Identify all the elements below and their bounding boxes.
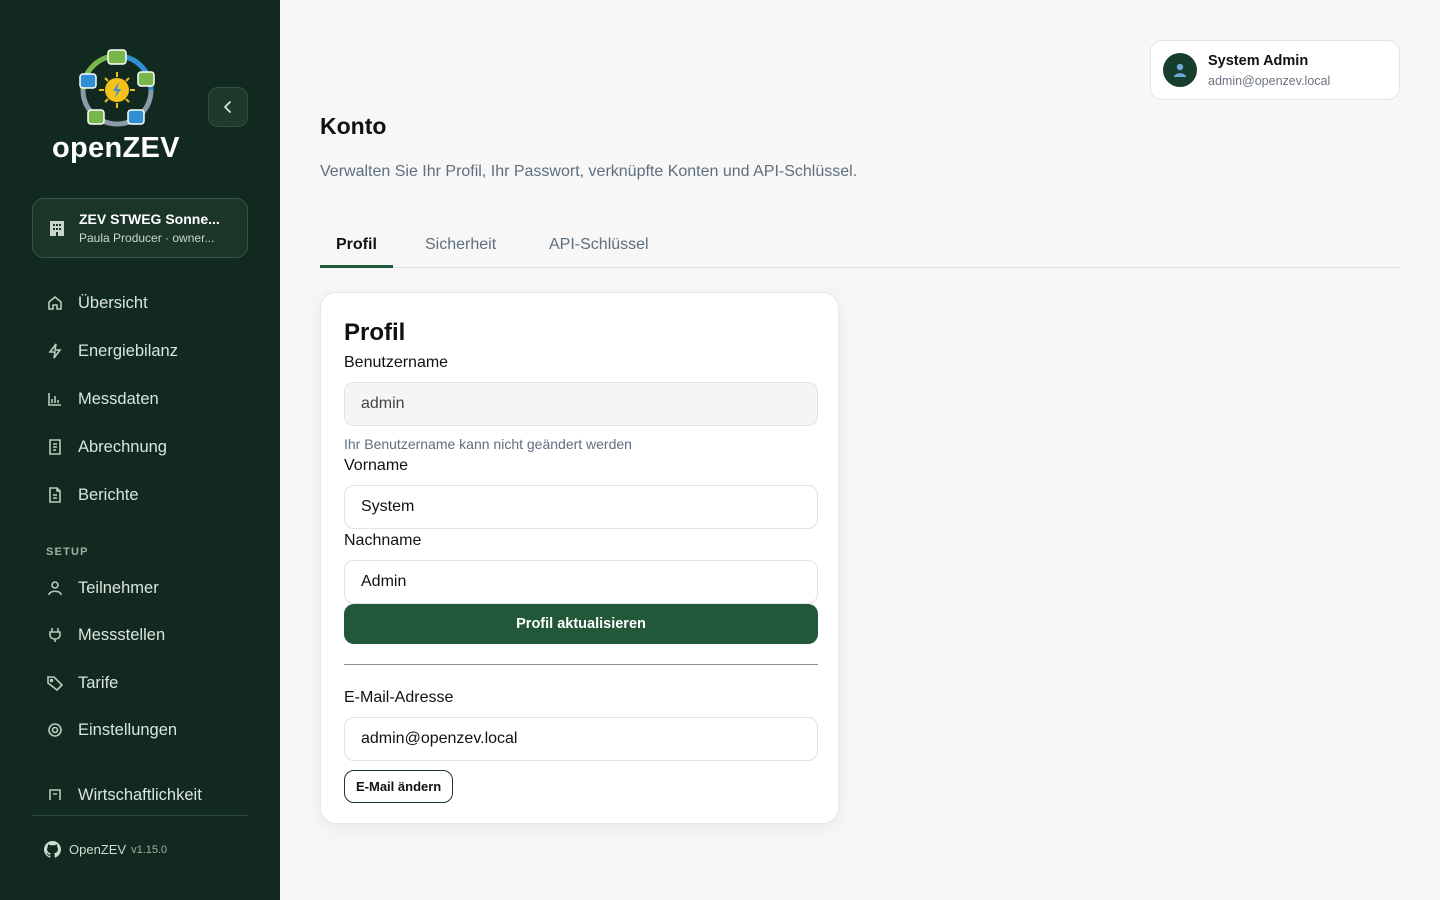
firstname-label: Vorname <box>344 457 409 474</box>
sidebar-item-wirtschaftlichkeit[interactable]: Wirtschaftlichkeit <box>44 786 202 800</box>
home-icon <box>44 292 66 314</box>
organization-name: ZEV STWEG Sonne... <box>79 211 220 227</box>
sidebar-item-label: Übersicht <box>78 293 148 312</box>
plug-icon <box>44 624 66 646</box>
collapse-sidebar-button[interactable] <box>208 87 248 127</box>
username-help-text: Ihr Benutzername kann nicht geändert wer… <box>344 436 632 452</box>
footer-version: v1.15.0 <box>131 843 168 856</box>
change-email-button[interactable]: E-Mail ändern <box>344 770 454 803</box>
sidebar-item-energiebilanz[interactable]: Energiebilanz <box>44 339 178 363</box>
tab-profil[interactable]: Profil <box>336 236 377 254</box>
building-icon <box>47 218 67 238</box>
tab-bar: Profil Sicherheit API-Schlüssel <box>320 228 1400 268</box>
section-divider <box>344 664 818 665</box>
footer-app-name: OpenZEV <box>69 842 127 857</box>
app-name: openZEV <box>52 132 180 164</box>
github-icon <box>44 841 61 858</box>
sidebar-item-label: Energiebilanz <box>78 341 178 360</box>
profile-card: Profil Benutzername Ihr Benutzername kan… <box>320 292 839 824</box>
organization-switcher[interactable]: ZEV STWEG Sonne... Paula Producer · owne… <box>32 198 248 258</box>
sidebar-item-berichte[interactable]: Berichte <box>44 483 139 507</box>
lastname-field[interactable] <box>344 560 818 604</box>
sidebar-item-abrechnung[interactable]: Abrechnung <box>44 435 167 459</box>
sidebar-item-einstellungen[interactable]: Einstellungen <box>44 718 177 742</box>
user-avatar-icon <box>1174 63 1186 77</box>
sidebar-item-label: Teilnehmer <box>78 578 159 597</box>
sidebar-item-label: Messstellen <box>78 625 166 644</box>
sidebar-item-label: Abrechnung <box>78 437 167 456</box>
sidebar-item-teilnehmer[interactable]: Teilnehmer <box>44 576 159 600</box>
receipt-icon <box>44 436 66 458</box>
sidebar-item-tarife[interactable]: Tarife <box>44 671 118 695</box>
calculator-icon <box>44 786 66 800</box>
document-icon <box>44 484 66 506</box>
card-title: Profil <box>344 319 406 346</box>
sidebar-item-label: Tarife <box>78 673 119 692</box>
app-logo[interactable]: openZEV <box>50 48 184 166</box>
active-tab-indicator <box>320 265 393 268</box>
section-label-setup: SETUP <box>46 546 89 558</box>
email-label: E-Mail-Adresse <box>344 689 454 706</box>
chevron-left-icon <box>224 101 231 113</box>
lastname-label: Nachname <box>344 532 422 549</box>
gear-icon <box>44 719 66 741</box>
logo-graphic <box>79 49 155 127</box>
sidebar-item-messstellen[interactable]: Messstellen <box>44 623 165 647</box>
sidebar-item-messdaten[interactable]: Messdaten <box>44 387 159 411</box>
tag-icon <box>44 672 66 694</box>
email-field[interactable] <box>344 717 818 761</box>
lightning-icon <box>44 340 66 362</box>
sidebar-item-label: Einstellungen <box>78 720 178 739</box>
sidebar-item-label: Berichte <box>78 485 139 504</box>
tab-api-schluessel[interactable]: API-Schlüssel <box>549 236 649 254</box>
user-email: admin@openzev.local <box>1208 73 1331 88</box>
user-name: System Admin <box>1208 52 1309 69</box>
bar-chart-icon <box>44 388 66 410</box>
user-icon <box>44 577 66 599</box>
firstname-field[interactable] <box>344 485 818 529</box>
organization-subtitle: Paula Producer · owner... <box>79 231 215 245</box>
sidebar-item-uebersicht[interactable]: Übersicht <box>44 291 148 315</box>
username-field <box>344 382 818 426</box>
page-description: Verwalten Sie Ihr Profil, Ihr Passwort, … <box>320 163 858 180</box>
update-profile-button[interactable]: Profil aktualisieren <box>344 604 818 644</box>
sidebar: openZEV ZEV STWEG Sonne... Paula Produce… <box>0 0 280 900</box>
tab-sicherheit[interactable]: Sicherheit <box>425 236 496 254</box>
app-version-link[interactable]: OpenZEV v1.15.0 <box>44 841 167 858</box>
sidebar-item-label: Wirtschaftlichkeit <box>78 786 202 800</box>
avatar <box>1163 53 1197 87</box>
sidebar-item-label: Messdaten <box>78 389 159 408</box>
username-label: Benutzername <box>344 354 449 371</box>
user-menu[interactable]: System Admin admin@openzev.local <box>1150 40 1400 100</box>
page-title: Konto <box>320 113 387 139</box>
sidebar-divider <box>32 815 248 816</box>
